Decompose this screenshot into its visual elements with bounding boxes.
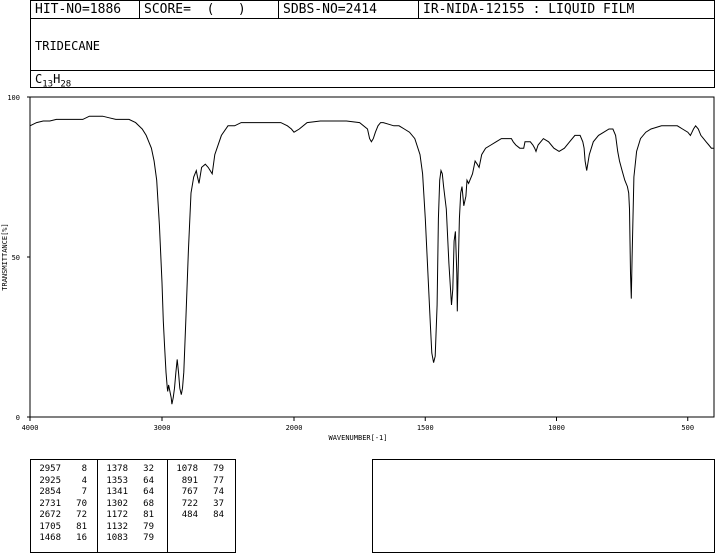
peak-column-1: 2957 8 2925 4 2854 7 2731 70 2672 72 1705 81 1468 16 xyxy=(31,464,96,545)
peak-wavenumber: 1341 xyxy=(106,487,128,497)
peak-row: 1132 79 xyxy=(98,522,163,534)
x-tick-label: 1000 xyxy=(548,424,565,432)
plot-frame xyxy=(29,96,715,418)
peak-row: 1705 81 xyxy=(31,522,96,534)
peak-wavenumber: 1378 xyxy=(106,464,128,474)
peak-wavenumber: 2672 xyxy=(39,510,61,520)
peak-wavenumber: 1078 xyxy=(176,464,198,474)
peak-transmittance: 68 xyxy=(143,498,154,509)
peak-transmittance: 64 xyxy=(143,487,154,497)
ir-spectrum-chart: 0 50 100 4000 3000 2000 1500 1000 500 WAVENUMBE… xyxy=(1,94,715,442)
peak-transmittance: 79 xyxy=(143,521,154,532)
peak-transmittance: 4 xyxy=(81,475,87,486)
peak-wavenumber: 1468 xyxy=(39,533,61,543)
peak-column-2: 1378 32 1353 64 1341 64 1302 68 1172 81 1132 79 1083… xyxy=(98,464,163,545)
peak-transmittance: 79 xyxy=(213,464,224,474)
peak-row: 2731 70 xyxy=(31,499,96,511)
peak-transmittance: 8 xyxy=(81,464,87,474)
peak-transmittance: 32 xyxy=(143,464,154,474)
peak-transmittance: 77 xyxy=(213,475,224,486)
peak-wavenumber: 1353 xyxy=(106,475,128,486)
peak-wavenumber: 1132 xyxy=(106,521,128,532)
peak-wavenumber: 767 xyxy=(181,487,198,497)
peak-row: 1341 64 xyxy=(98,487,163,499)
peak-column-3: 1078 79 891 77 767 74 722 37 484 84 xyxy=(168,464,233,522)
y-tick-label: 100 xyxy=(7,94,20,102)
peak-transmittance: 81 xyxy=(143,510,154,520)
peak-wavenumber: 2925 xyxy=(39,475,61,486)
x-tick-label: 500 xyxy=(681,424,694,432)
peak-row: 1078 79 xyxy=(168,464,233,476)
peak-transmittance: 70 xyxy=(76,498,87,509)
peak-row: 2672 72 xyxy=(31,510,96,522)
x-tick-label: 4000 xyxy=(22,424,39,432)
y-axis-label: TRANSMITTANCE[%] xyxy=(1,223,9,290)
peak-row: 767 74 xyxy=(168,487,233,499)
peak-transmittance: 72 xyxy=(76,510,87,520)
peak-transmittance: 74 xyxy=(213,487,224,497)
peak-wavenumber: 484 xyxy=(181,510,198,520)
spectrum-line xyxy=(29,115,714,405)
peak-row: 1172 81 xyxy=(98,510,163,522)
peak-row: 891 77 xyxy=(168,476,233,488)
peak-row: 1378 32 xyxy=(98,464,163,476)
peak-wavenumber: 2854 xyxy=(39,487,61,497)
peak-wavenumber: 1083 xyxy=(106,533,128,543)
structure-box xyxy=(372,459,715,553)
peak-transmittance: 7 xyxy=(81,487,87,497)
peak-row: 722 37 xyxy=(168,499,233,511)
x-tick-label: 1500 xyxy=(417,424,434,432)
peak-row: 1302 68 xyxy=(98,499,163,511)
peak-table: 2957 8 2925 4 2854 7 2731 70 2672 72 1705 81 1468 16 … xyxy=(30,459,236,553)
peak-wavenumber: 891 xyxy=(181,475,198,486)
x-tick-label: 3000 xyxy=(154,424,171,432)
peak-row: 2854 7 xyxy=(31,487,96,499)
peak-wavenumber: 2731 xyxy=(39,498,61,509)
peak-wavenumber: 1172 xyxy=(106,510,128,520)
peak-transmittance: 16 xyxy=(76,533,87,543)
peak-row: 2925 4 xyxy=(31,476,96,488)
peak-wavenumber: 722 xyxy=(181,498,198,509)
peak-transmittance: 81 xyxy=(76,521,87,532)
peak-transmittance: 84 xyxy=(213,510,224,520)
peak-row: 1353 64 xyxy=(98,476,163,488)
peak-wavenumber: 1705 xyxy=(39,521,61,532)
peak-transmittance: 79 xyxy=(143,533,154,543)
y-tick-label: 0 xyxy=(16,414,20,422)
peak-transmittance: 37 xyxy=(213,498,224,509)
peak-row: 1083 79 xyxy=(98,533,163,545)
peak-row: 484 84 xyxy=(168,510,233,522)
peak-row: 1468 16 xyxy=(31,533,96,545)
peak-wavenumber: 1302 xyxy=(106,498,128,509)
x-axis-label: WAVENUMBER[-1] xyxy=(328,434,387,442)
y-tick-label: 50 xyxy=(12,254,20,262)
x-tick-label: 2000 xyxy=(286,424,303,432)
peak-wavenumber: 2957 xyxy=(39,464,61,474)
peak-transmittance: 64 xyxy=(143,475,154,486)
peak-row: 2957 8 xyxy=(31,464,96,476)
